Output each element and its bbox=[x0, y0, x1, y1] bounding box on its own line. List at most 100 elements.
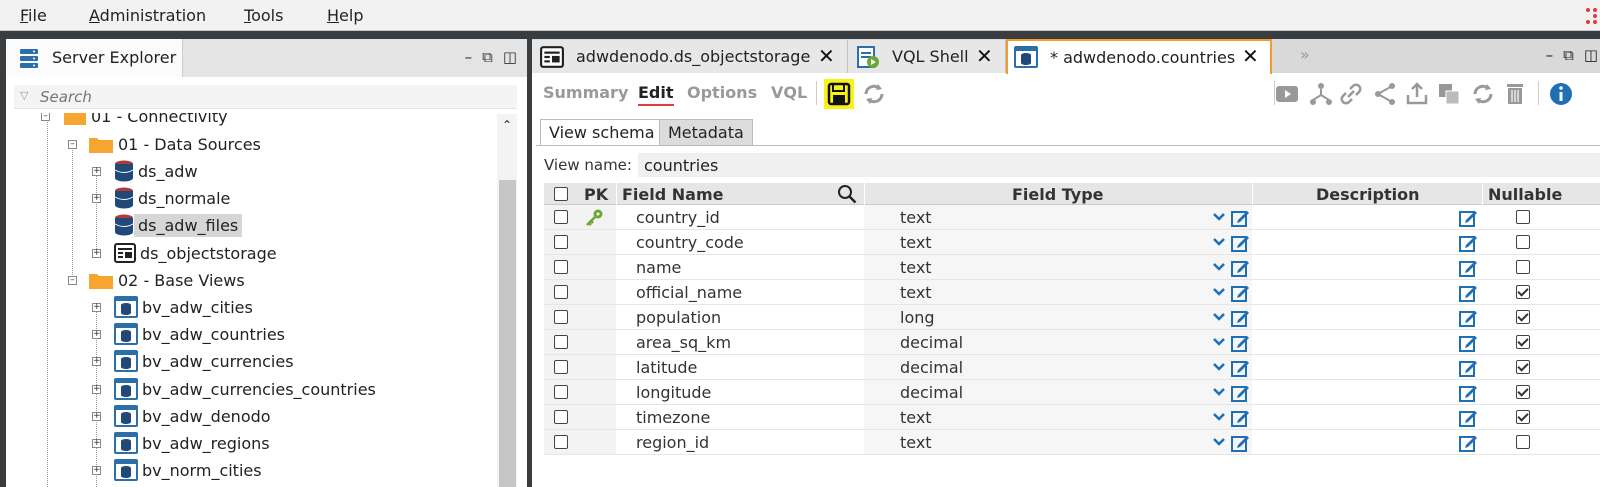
row-select-checkbox[interactable] bbox=[554, 385, 568, 399]
table-row[interactable]: latitude decimal bbox=[544, 355, 1600, 380]
info-icon[interactable] bbox=[1548, 81, 1574, 107]
tab-vql-shell[interactable]: VQL Shell ✕ bbox=[848, 40, 1006, 73]
maximize-icon[interactable]: ◫ bbox=[1584, 46, 1598, 64]
tab-countries[interactable]: * adwdenodo.countries ✕ bbox=[1006, 39, 1272, 74]
nullable-checkbox[interactable] bbox=[1516, 235, 1530, 249]
export-icon[interactable] bbox=[1404, 81, 1430, 107]
field-type-cell[interactable]: long bbox=[900, 308, 935, 327]
field-type-cell[interactable]: text bbox=[900, 433, 932, 452]
field-type-cell[interactable]: text bbox=[900, 408, 932, 427]
chevron-up-icon[interactable]: ⌃ bbox=[499, 118, 515, 132]
expand-icon[interactable]: + bbox=[92, 385, 101, 394]
tree-item-connectivity[interactable]: – 01 - Connectivity bbox=[39, 113, 232, 129]
tree-item-bv-adw-regions[interactable]: + bv_adw_regions bbox=[90, 430, 274, 456]
execute-icon[interactable] bbox=[1274, 81, 1300, 107]
expand-icon[interactable]: + bbox=[92, 330, 101, 339]
nullable-checkbox[interactable] bbox=[1516, 410, 1530, 424]
chevron-down-icon[interactable] bbox=[1212, 260, 1226, 274]
edit-icon[interactable] bbox=[1458, 308, 1478, 328]
edit-icon[interactable] bbox=[1458, 283, 1478, 303]
nullable-checkbox[interactable] bbox=[1516, 210, 1530, 224]
field-type-cell[interactable]: text bbox=[900, 233, 932, 252]
edit-icon[interactable] bbox=[1458, 358, 1478, 378]
field-name-cell[interactable]: longitude bbox=[636, 383, 711, 402]
edit-icon[interactable] bbox=[1458, 408, 1478, 428]
row-select-checkbox[interactable] bbox=[554, 285, 568, 299]
table-row[interactable]: name text bbox=[544, 255, 1600, 280]
menu-file[interactable]: File bbox=[20, 6, 47, 25]
collapse-icon[interactable]: – bbox=[41, 113, 50, 121]
field-type-cell[interactable]: decimal bbox=[900, 383, 963, 402]
tree-item-data-sources[interactable]: – 01 - Data Sources bbox=[64, 131, 265, 157]
row-select-checkbox[interactable] bbox=[554, 360, 568, 374]
tree-scrollbar[interactable]: ⌃ bbox=[497, 114, 517, 487]
tab-view-schema[interactable]: View schema bbox=[540, 119, 664, 146]
field-name-cell[interactable]: region_id bbox=[636, 433, 709, 452]
field-type-cell[interactable]: decimal bbox=[900, 333, 963, 352]
nullable-checkbox[interactable] bbox=[1516, 360, 1530, 374]
tree-item-bv-adw-currencies-countries[interactable]: + bv_adw_currencies_countries bbox=[90, 376, 380, 402]
table-row[interactable]: longitude decimal bbox=[544, 380, 1600, 405]
row-select-checkbox[interactable] bbox=[554, 410, 568, 424]
tab-summary[interactable]: Summary bbox=[543, 83, 628, 102]
tab-vql[interactable]: VQL bbox=[771, 83, 807, 102]
row-select-checkbox[interactable] bbox=[554, 260, 568, 274]
field-name-cell[interactable]: timezone bbox=[636, 408, 710, 427]
chevron-down-icon[interactable] bbox=[1212, 210, 1226, 224]
expand-icon[interactable]: + bbox=[92, 194, 101, 203]
table-row[interactable]: timezone text bbox=[544, 405, 1600, 430]
table-row[interactable]: area_sq_km decimal bbox=[544, 330, 1600, 355]
link-icon[interactable] bbox=[1338, 81, 1364, 107]
tab-metadata[interactable]: Metadata bbox=[659, 119, 753, 146]
close-icon[interactable]: ✕ bbox=[1242, 44, 1259, 68]
field-type-cell[interactable]: decimal bbox=[900, 358, 963, 377]
edit-icon[interactable] bbox=[1230, 283, 1250, 303]
expand-icon[interactable]: + bbox=[92, 412, 101, 421]
edit-icon[interactable] bbox=[1458, 433, 1478, 453]
row-select-checkbox[interactable] bbox=[554, 335, 568, 349]
edit-icon[interactable] bbox=[1458, 383, 1478, 403]
menu-tools[interactable]: Tools bbox=[244, 6, 283, 25]
collapse-icon[interactable]: – bbox=[68, 140, 77, 149]
menu-help[interactable]: Help bbox=[327, 6, 363, 25]
table-row[interactable]: region_id text bbox=[544, 430, 1600, 455]
share-icon[interactable] bbox=[1372, 81, 1398, 107]
expand-icon[interactable]: + bbox=[92, 303, 101, 312]
primary-key-icon[interactable] bbox=[584, 208, 604, 228]
tree-item-bv-adw-currencies[interactable]: + bv_adw_currencies bbox=[90, 348, 298, 374]
field-name-cell[interactable]: official_name bbox=[636, 283, 742, 302]
field-type-cell[interactable]: text bbox=[900, 283, 932, 302]
row-select-checkbox[interactable] bbox=[554, 235, 568, 249]
row-select-checkbox[interactable] bbox=[554, 310, 568, 324]
tree-item-ds-objectstorage[interactable]: + ds_objectstorage bbox=[90, 240, 281, 266]
trash-icon[interactable] bbox=[1502, 81, 1528, 107]
minimize-icon[interactable]: – bbox=[465, 48, 473, 66]
edit-icon[interactable] bbox=[1458, 333, 1478, 353]
expand-icon[interactable]: + bbox=[92, 439, 101, 448]
table-row[interactable]: country_id text bbox=[544, 205, 1600, 230]
tab-edit[interactable]: Edit bbox=[638, 83, 674, 106]
edit-icon[interactable] bbox=[1230, 408, 1250, 428]
nullable-checkbox[interactable] bbox=[1516, 385, 1530, 399]
search-input[interactable] bbox=[40, 87, 500, 107]
copy-icon[interactable] bbox=[1436, 81, 1462, 107]
chevron-down-icon[interactable] bbox=[1212, 410, 1226, 424]
edit-icon[interactable] bbox=[1230, 433, 1250, 453]
chevron-down-icon[interactable] bbox=[1212, 435, 1226, 449]
nullable-checkbox[interactable] bbox=[1516, 260, 1530, 274]
sync-icon[interactable] bbox=[1470, 81, 1496, 107]
save-icon[interactable] bbox=[824, 79, 854, 109]
expand-icon[interactable]: + bbox=[92, 249, 101, 258]
chevron-down-icon[interactable] bbox=[1212, 385, 1226, 399]
tree-item-bv-norm-cities[interactable]: + bv_norm_cities bbox=[90, 457, 266, 483]
table-row[interactable]: country_code text bbox=[544, 230, 1600, 255]
row-select-checkbox[interactable] bbox=[554, 435, 568, 449]
edit-icon[interactable] bbox=[1230, 208, 1250, 228]
select-all-checkbox[interactable] bbox=[554, 187, 568, 201]
edit-icon[interactable] bbox=[1458, 208, 1478, 228]
menu-administration[interactable]: Administration bbox=[89, 6, 206, 25]
tree-item-ds-normale[interactable]: + ds_normale bbox=[90, 185, 234, 211]
edit-icon[interactable] bbox=[1458, 233, 1478, 253]
scrollbar-thumb[interactable] bbox=[499, 180, 516, 487]
expand-icon[interactable]: + bbox=[92, 357, 101, 366]
